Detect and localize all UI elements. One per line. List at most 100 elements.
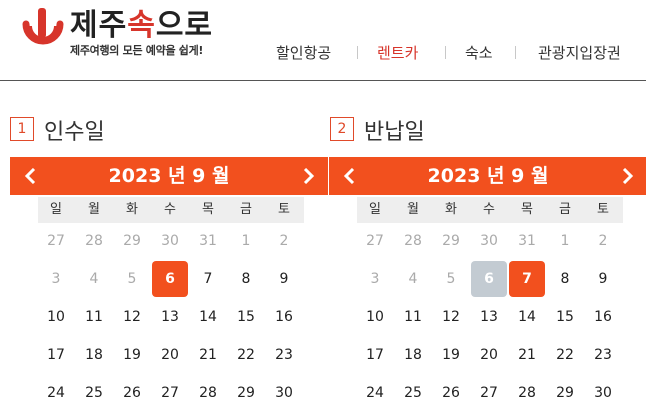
site-header: 제주속으로 제주여행의 모든 예약을 쉽게! 할인항공 렌트카 숙소 관광지입장…: [0, 0, 646, 81]
calendar-day[interactable]: 6: [152, 261, 188, 297]
calendar-day: 29: [442, 233, 460, 249]
nav-item-rentcar[interactable]: 렌트카: [377, 42, 418, 63]
pickup-calendar: 2023 년 9 월 일월화수목금토 27 28 29 30 31 1 2 3 4 5 6 7 8 9 10…: [10, 157, 328, 410]
calendar-day[interactable]: 7: [190, 261, 226, 297]
calendar-day[interactable]: 11: [395, 299, 431, 335]
calendar-day[interactable]: 28: [509, 375, 545, 410]
calendar-day: 28: [404, 233, 422, 249]
calendar-day[interactable]: 8: [228, 261, 264, 297]
calendar-day: 4: [408, 271, 418, 287]
next-month-button[interactable]: [293, 157, 323, 195]
weekday-label: 일: [50, 202, 62, 217]
weekday-label: 목: [202, 202, 214, 217]
calendar-day[interactable]: 15: [228, 299, 264, 335]
calendar-day: 2: [598, 233, 608, 249]
nav-item-flights[interactable]: 할인항공: [276, 42, 331, 63]
next-month-button[interactable]: [612, 157, 642, 195]
calendar-day[interactable]: 10: [38, 299, 74, 335]
calendar-day[interactable]: 22: [228, 337, 264, 373]
calendar-day[interactable]: 18: [76, 337, 112, 373]
logo-title-part-3: 으로: [155, 8, 214, 43]
calendar-day[interactable]: 10: [357, 299, 393, 335]
calendar-day[interactable]: 19: [433, 337, 469, 373]
calendar-day[interactable]: 27: [152, 375, 188, 410]
calendar-month-title: 2023 년 9 월: [427, 165, 549, 187]
calendar-day[interactable]: 9: [585, 261, 621, 297]
calendar-header: 2023 년 9 월: [329, 157, 646, 195]
calendar-day[interactable]: 24: [357, 375, 393, 410]
logo-title-part-1: 제주: [70, 8, 128, 43]
nav-item-tickets[interactable]: 관광지입장권: [538, 42, 621, 63]
nav-divider: [445, 46, 446, 59]
calendar-day[interactable]: 30: [266, 375, 302, 410]
calendar-day: 27: [366, 233, 384, 249]
calendar-day[interactable]: 15: [547, 299, 583, 335]
calendar-day: 28: [85, 233, 103, 249]
chevron-right-icon: [622, 168, 634, 184]
calendar-day[interactable]: 12: [433, 299, 469, 335]
step-number: 1: [10, 117, 34, 141]
weekday-label: 일: [369, 202, 381, 217]
calendar-day[interactable]: 28: [190, 375, 226, 410]
calendar-day[interactable]: 19: [114, 337, 150, 373]
calendar-day[interactable]: 25: [395, 375, 431, 410]
calendar-day: 2: [279, 233, 289, 249]
weekday-label: 화: [126, 202, 138, 217]
calendar-day[interactable]: 9: [266, 261, 302, 297]
calendar-day[interactable]: 21: [509, 337, 545, 373]
weekday-header: 일월화수목금토: [357, 197, 623, 223]
calendar-day[interactable]: 16: [585, 299, 621, 335]
calendar-header: 2023 년 9 월: [10, 157, 328, 195]
calendar-day[interactable]: 13: [471, 299, 507, 335]
calendar-day[interactable]: 6: [471, 261, 507, 297]
logo-title-part-2: 속: [127, 8, 156, 43]
calendar-day: 31: [199, 233, 217, 249]
calendar-day[interactable]: 22: [547, 337, 583, 373]
calendar-day[interactable]: 20: [152, 337, 188, 373]
step-label: 인수일: [44, 120, 105, 145]
weekday-header: 일월화수목금토: [38, 197, 304, 223]
calendar-day: 30: [161, 233, 179, 249]
calendar-day[interactable]: 26: [433, 375, 469, 410]
calendar-day: 29: [123, 233, 141, 249]
calendar-day[interactable]: 23: [266, 337, 302, 373]
calendar-day[interactable]: 11: [76, 299, 112, 335]
calendar-day[interactable]: 16: [266, 299, 302, 335]
calendar-day[interactable]: 24: [38, 375, 74, 410]
calendar-day[interactable]: 20: [471, 337, 507, 373]
weekday-label: 토: [278, 202, 290, 217]
calendar-day[interactable]: 17: [38, 337, 74, 373]
prev-month-button[interactable]: [16, 157, 46, 195]
nav-item-lodging[interactable]: 숙소: [465, 42, 493, 63]
calendar-day[interactable]: 17: [357, 337, 393, 373]
calendar-day[interactable]: 23: [585, 337, 621, 373]
calendar-day: 31: [518, 233, 536, 249]
calendar-day[interactable]: 29: [547, 375, 583, 410]
calendar-day: 1: [241, 233, 251, 249]
calendar-day[interactable]: 14: [190, 299, 226, 335]
prev-month-button[interactable]: [335, 157, 365, 195]
calendar-day[interactable]: 26: [114, 375, 150, 410]
calendar-day[interactable]: 13: [152, 299, 188, 335]
calendar-day: 5: [446, 271, 456, 287]
calendar-day[interactable]: 25: [76, 375, 112, 410]
weekday-label: 수: [164, 202, 176, 217]
calendar-day: 5: [127, 271, 137, 287]
calendar-day: 3: [51, 271, 61, 287]
weekday-label: 수: [483, 202, 495, 217]
calendar-day[interactable]: 21: [190, 337, 226, 373]
calendar-day[interactable]: 27: [471, 375, 507, 410]
weekday-label: 월: [88, 202, 100, 217]
weekday-label: 월: [407, 202, 419, 217]
calendar-day[interactable]: 29: [228, 375, 264, 410]
calendar-day[interactable]: 12: [114, 299, 150, 335]
calendar-day[interactable]: 30: [585, 375, 621, 410]
weekday-label: 토: [597, 202, 609, 217]
calendar-day[interactable]: 7: [509, 261, 545, 297]
calendar-day: 1: [560, 233, 570, 249]
calendar-day: 4: [89, 271, 99, 287]
calendar-day: 3: [370, 271, 380, 287]
calendar-day[interactable]: 18: [395, 337, 431, 373]
calendar-day[interactable]: 8: [547, 261, 583, 297]
calendar-day[interactable]: 14: [509, 299, 545, 335]
